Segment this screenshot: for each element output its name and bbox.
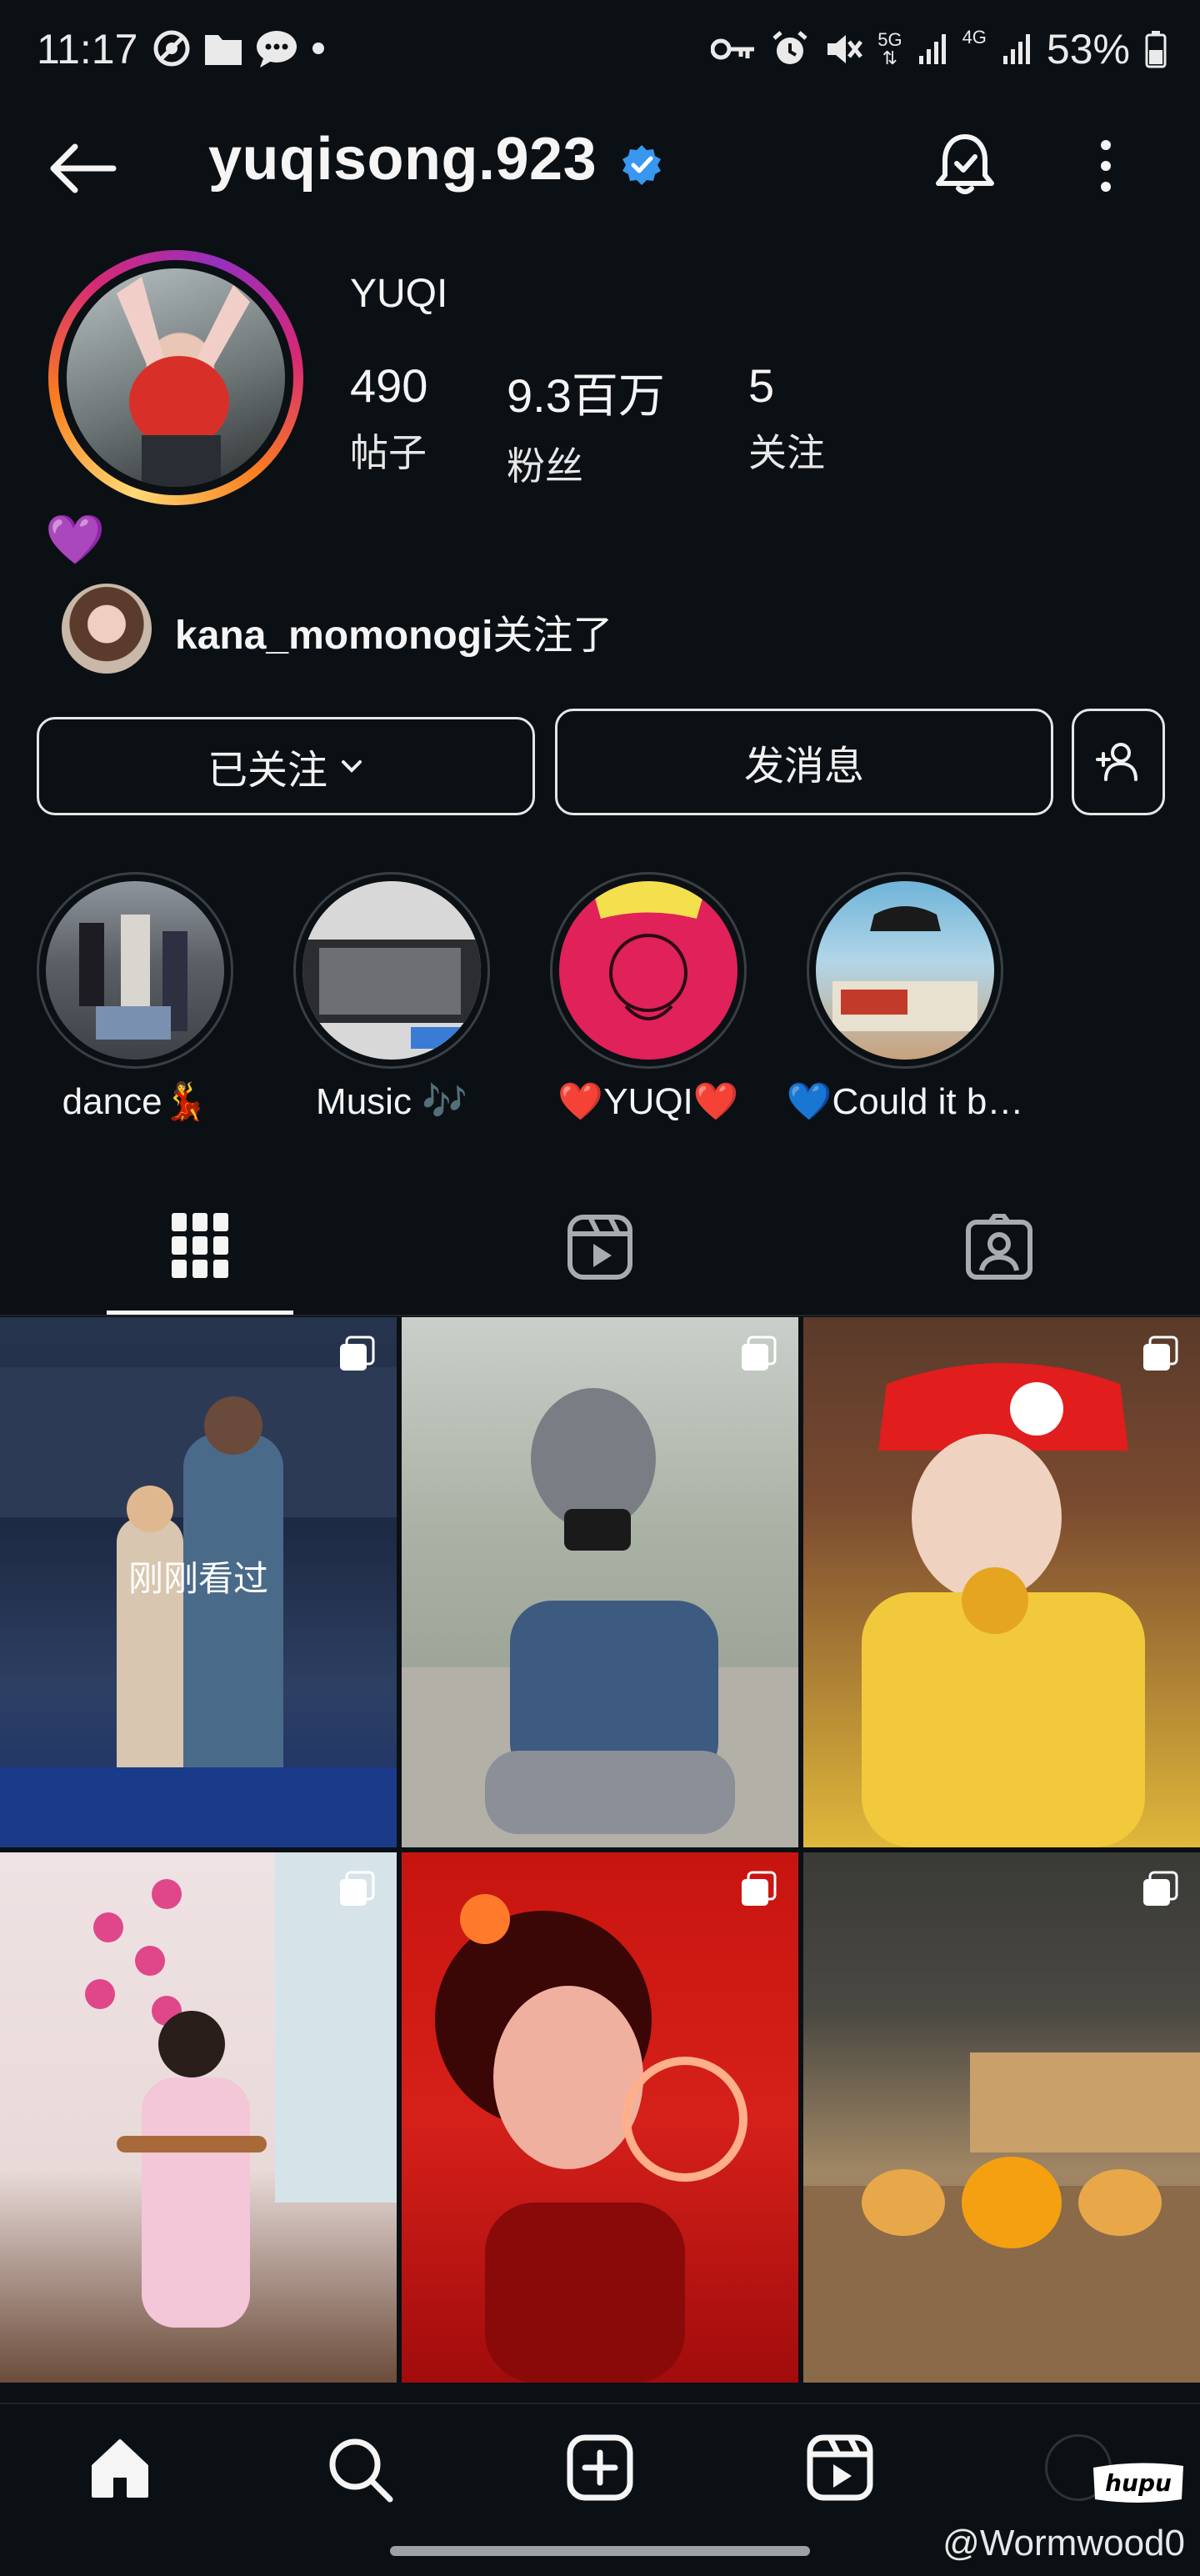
signal-icon (918, 34, 946, 64)
tab-tagged-icon[interactable] (965, 1214, 1033, 1280)
carousel-icon (742, 1336, 777, 1371)
alarm-icon (772, 31, 808, 64)
highlight-cover (559, 881, 738, 1060)
profile-username: yuqisong.923 (208, 126, 598, 193)
highlight-label: 💙Could it b… (786, 1081, 1024, 1122)
profile-avatar[interactable] (67, 268, 285, 487)
highlight-label: Music 🎶 (316, 1081, 468, 1122)
watermark-username: @Wormwood0 (942, 2523, 1185, 2563)
stat-followers-value: 9.3百万 (507, 369, 665, 422)
no-disturb-icon (153, 30, 190, 67)
notification-bell-icon[interactable] (933, 132, 997, 198)
nav-search-icon[interactable] (327, 2436, 395, 2504)
post-thumbnail[interactable] (803, 1317, 1200, 1847)
post-3-illustration (862, 1363, 1145, 1847)
battery-percent: 53% (1046, 26, 1130, 73)
highlight-yuqi[interactable] (550, 872, 747, 1069)
home-indicator[interactable] (390, 2546, 810, 2556)
stat-following-value: 5 (748, 359, 775, 412)
hupu-logo-text: hupu (1105, 2469, 1172, 2497)
post-thumbnail[interactable] (402, 1852, 798, 2383)
highlight-label: ❤️YUQI❤️ (558, 1081, 739, 1122)
back-arrow-icon[interactable] (47, 142, 117, 195)
highlight-dance[interactable] (37, 872, 233, 1069)
stat-posts[interactable]: 490 帖子 (350, 358, 428, 478)
stat-following-label: 关注 (748, 431, 825, 474)
highlight-music-illustration (302, 940, 481, 1049)
highlight-label: dance💃 (62, 1081, 208, 1122)
stat-posts-label: 帖子 (350, 431, 427, 474)
highlight-ring (293, 872, 490, 1069)
message-button[interactable]: 发消息 (555, 709, 1053, 815)
highlight-could-illustration (832, 906, 978, 1031)
highlight-music[interactable] (293, 872, 490, 1069)
highlight-cover (816, 881, 994, 1060)
post-thumbnail[interactable] (803, 1852, 1200, 2383)
stat-following[interactable]: 5 关注 (748, 358, 825, 478)
mutual-follower-suffix: 关注了 (492, 614, 613, 658)
post-2-illustration (402, 1388, 798, 1847)
nav-reels-icon[interactable] (807, 2434, 873, 2501)
post-thumbnail[interactable]: 刚刚看过 (0, 1317, 397, 1847)
network-5g-label: 5G (878, 29, 902, 50)
mutual-follower-text[interactable]: kana_momonogi关注了 (175, 602, 612, 660)
verified-badge-icon (622, 145, 661, 185)
nav-create-icon[interactable] (567, 2434, 633, 2501)
stat-followers[interactable]: 9.3百万 粉丝 (507, 358, 665, 491)
battery-icon (1145, 31, 1167, 68)
post-6-illustration (803, 2052, 1200, 2383)
chevron-down-icon (342, 760, 362, 773)
highlight-cover (46, 881, 224, 1060)
vpn-key-icon (711, 38, 755, 60)
status-time: 11:17 (37, 26, 138, 73)
highlight-dance-illustration (79, 915, 188, 1040)
carousel-icon (340, 1871, 375, 1906)
nav-home-icon[interactable] (87, 2434, 153, 2501)
folder-icon (205, 35, 242, 65)
highlight-ring (37, 872, 233, 1069)
mutual-follower-username: kana_momonogi (175, 614, 493, 658)
network-4g: 4G (962, 27, 987, 48)
chat-bubble-icon (257, 31, 297, 68)
tab-reels-icon[interactable] (567, 1214, 633, 1280)
carousel-icon (742, 1871, 777, 1906)
recently-viewed-label: 刚刚看过 (128, 1559, 268, 1598)
network-5g: 5G ⇅ (878, 31, 902, 68)
avatar-illustration (117, 277, 250, 487)
highlight-ring (807, 872, 1003, 1069)
bio-purple-heart: 💜 (45, 513, 106, 567)
mutual-follower-avatar[interactable] (62, 584, 152, 674)
post-4-illustration (85, 1852, 397, 2328)
highlight-cover (302, 881, 481, 1060)
post-thumbnail[interactable] (402, 1317, 798, 1847)
more-options-icon[interactable] (1093, 138, 1118, 193)
post-5-illustration (435, 1894, 748, 2383)
hupu-watermark-logo: hupu (1093, 2463, 1183, 2503)
dot-icon (312, 43, 324, 54)
highlight-could-it-be[interactable] (807, 872, 1003, 1069)
carousel-icon (340, 1336, 375, 1371)
stat-posts-value: 490 (350, 359, 428, 412)
suggest-users-button[interactable] (1072, 709, 1165, 815)
carousel-icon (1143, 1336, 1178, 1371)
highlight-ring (550, 872, 747, 1069)
tab-posts-grid-icon[interactable] (172, 1213, 228, 1278)
following-button[interactable]: 已关注 (37, 717, 535, 815)
message-button-label: 发消息 (743, 744, 864, 789)
signal-icon-2 (1002, 34, 1030, 64)
add-person-icon (1096, 743, 1138, 781)
display-name: YUQI (350, 272, 448, 316)
stat-followers-label: 粉丝 (507, 444, 583, 488)
following-button-label: 已关注 (207, 749, 328, 793)
carousel-icon (1143, 1871, 1178, 1906)
highlight-yuqi-illustration (592, 881, 705, 1020)
transfer-arrows-icon: ⇅ (882, 48, 898, 68)
status-left-icons (152, 28, 327, 68)
status-right: 5G ⇅ 4G 53% (711, 25, 1167, 73)
mute-icon (828, 35, 863, 63)
tab-divider (0, 1315, 1200, 1316)
post-thumbnail[interactable] (0, 1852, 397, 2383)
